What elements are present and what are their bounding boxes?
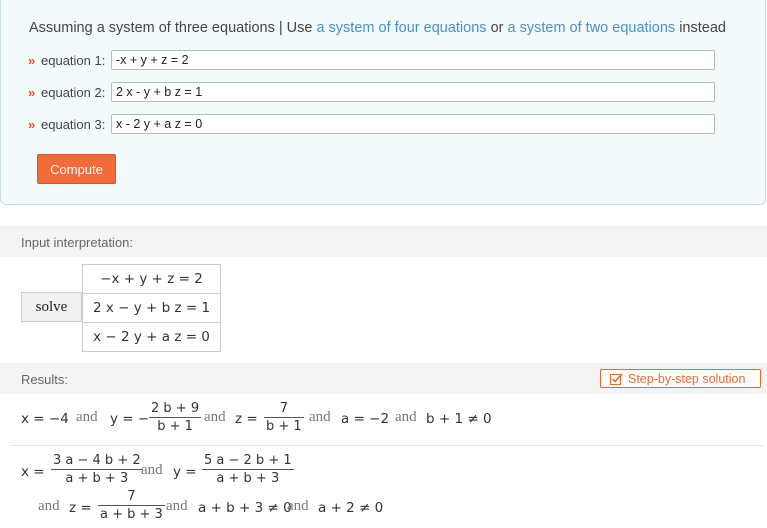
r1-y-lhs: y = − <box>110 411 150 427</box>
r2-x-numerator: 3 a − 4 b + 2 <box>53 453 141 468</box>
input-interpretation-title: Input interpretation: <box>21 235 134 250</box>
r2-condition-1: a + b + 3 ≠ 0 <box>198 500 292 516</box>
r2-y-numerator: 5 a − 2 b + 1 <box>204 453 292 468</box>
two-equations-link[interactable]: a system of two equations <box>508 20 676 36</box>
r2-and-4: and <box>287 498 309 514</box>
interp-row-2: 2 x − y + b z = 1 <box>82 293 221 323</box>
r2-z-lhs: z = <box>69 500 92 516</box>
r2-z-numerator: 7 <box>127 489 136 504</box>
r2-y-denominator: a + b + 3 <box>216 471 280 486</box>
equation-1-label: equation 1: <box>41 52 106 68</box>
assumption-text: Assuming a system of three equations | U… <box>29 20 726 36</box>
equation-3-row: » equation 3: <box>28 113 715 135</box>
r1-and-4: and <box>395 409 417 425</box>
r2-and-2: and <box>38 498 60 514</box>
r1-and-1: and <box>76 409 98 425</box>
r1-a-condition: a = −2 <box>341 411 390 427</box>
interp-row-1: −x + y + z = 2 <box>82 264 221 294</box>
r1-z-lhs: z = <box>235 411 258 427</box>
r2-and-3: and <box>166 498 188 514</box>
r1-z-numerator: 7 <box>279 401 288 416</box>
four-equations-link[interactable]: a system of four equations <box>316 20 486 36</box>
r1-z-fraction: 7 b + 1 <box>264 400 304 435</box>
r1-z-denominator: b + 1 <box>266 419 302 434</box>
r2-z-denominator: a + b + 3 <box>100 507 163 522</box>
results-title: Results: <box>21 372 68 387</box>
chevron-right-icon: » <box>28 84 36 100</box>
r1-and-2: and <box>204 409 226 425</box>
chevron-right-icon: » <box>28 52 36 68</box>
r2-x-denominator: a + b + 3 <box>65 471 129 486</box>
equation-3-input[interactable] <box>111 114 715 134</box>
r1-y-denominator: b + 1 <box>157 419 193 434</box>
r2-condition-2: a + 2 ≠ 0 <box>318 500 384 516</box>
assumption-prefix: Assuming a system of three equations | U… <box>29 20 313 36</box>
r2-and-1: and <box>141 462 163 478</box>
r2-y-fraction: 5 a − 2 b + 1 a + b + 3 <box>202 452 294 487</box>
r2-x-fraction: 3 a − 4 b + 2 a + b + 3 <box>51 452 143 487</box>
checkbox-check-icon <box>610 372 623 385</box>
equation-2-input[interactable] <box>111 82 715 102</box>
assumption-suffix: instead <box>679 20 726 36</box>
r1-x: x = −4 <box>21 411 69 427</box>
r1-y-fraction: 2 b + 9 b + 1 <box>149 400 202 435</box>
r1-and-3: and <box>309 409 331 425</box>
equation-2-row: » equation 2: <box>28 81 715 103</box>
assumption-or: or <box>490 20 504 36</box>
r1-y-numerator: 2 b + 9 <box>151 401 200 416</box>
r2-x-lhs: x = <box>21 464 45 480</box>
r2-y-lhs: y = <box>173 464 197 480</box>
chevron-right-icon: » <box>28 116 36 132</box>
compute-button[interactable]: Compute <box>37 154 116 184</box>
equation-2-label: equation 2: <box>41 84 106 100</box>
equation-1-row: » equation 1: <box>28 49 715 71</box>
step-by-step-label: Step-by-step solution <box>628 371 746 386</box>
r2-z-fraction: 7 a + b + 3 <box>98 488 165 523</box>
results-divider <box>10 445 763 446</box>
assumption-panel: Assuming a system of three equations | U… <box>0 0 766 205</box>
equation-1-input[interactable] <box>111 50 715 70</box>
solve-cell: solve <box>21 292 82 322</box>
step-by-step-button[interactable]: Step-by-step solution <box>600 369 761 388</box>
r1-b-condition: b + 1 ≠ 0 <box>426 411 492 427</box>
equation-3-label: equation 3: <box>41 116 106 132</box>
interp-row-3: x − 2 y + a z = 0 <box>82 322 221 352</box>
